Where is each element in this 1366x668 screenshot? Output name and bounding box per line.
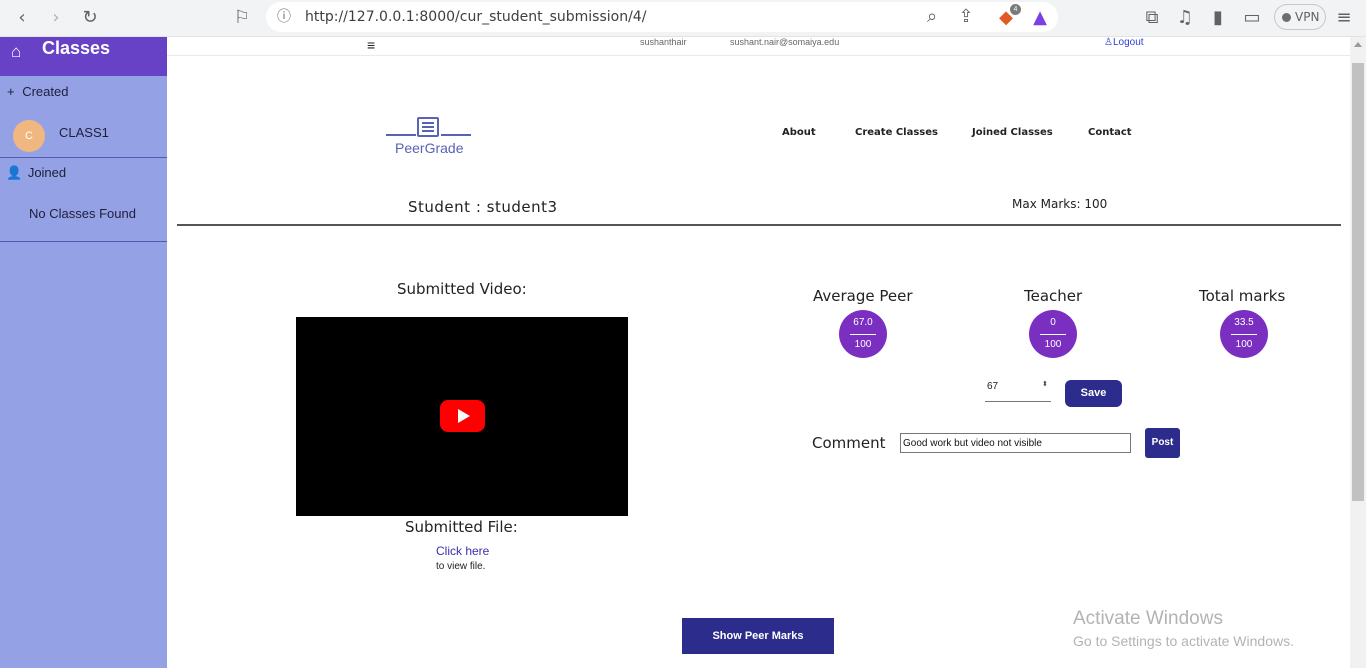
music-icon[interactable]: ♫ (1173, 6, 1197, 30)
comment-label: Comment (812, 434, 886, 452)
average-peer-score: 67.0 100 (839, 310, 887, 358)
post-button[interactable]: Post (1145, 428, 1180, 458)
divider (0, 241, 167, 242)
marks-input-value: 67 (987, 381, 999, 392)
username: sushanthair (640, 37, 687, 47)
back-icon[interactable]: ‹ (10, 6, 34, 30)
teacher-score: 0 100 (1029, 310, 1077, 358)
score-max: 100 (1044, 339, 1062, 350)
score-max: 100 (1235, 339, 1253, 350)
fraction-bar (850, 334, 876, 335)
logo-line-right (441, 134, 471, 136)
divider (177, 224, 1341, 226)
reload-icon[interactable]: ↻ (78, 6, 102, 30)
joined-empty-text: No Classes Found (29, 206, 136, 221)
menu-icon[interactable]: ≡ (1332, 6, 1356, 30)
class-name: CLASS1 (59, 125, 109, 140)
book-icon (417, 117, 439, 137)
brave-shield-badge: 4 (1010, 4, 1021, 15)
score-value: 33.5 (1234, 317, 1254, 328)
score-value: 0 (1050, 317, 1056, 328)
teacher-label: Teacher (1024, 287, 1083, 305)
file-link[interactable]: Click here (436, 544, 489, 558)
nav-about[interactable]: About (782, 127, 816, 138)
joined-section[interactable]: 👤 Joined (6, 165, 173, 181)
bookmark-icon[interactable]: ⚐ (230, 6, 254, 30)
vpn-button[interactable]: VPN (1274, 4, 1326, 30)
hamburger-icon[interactable]: ≡ (367, 37, 375, 53)
show-peer-marks-button[interactable]: Show Peer Marks (682, 618, 834, 654)
wallet-icon[interactable]: ▭ (1240, 6, 1264, 30)
activate-windows-subtitle: Go to Settings to activate Windows. (1073, 633, 1294, 649)
file-link-suffix: to view file. (436, 561, 486, 572)
site-info-icon[interactable]: ⓘ (272, 5, 296, 29)
vpn-label: VPN (1295, 10, 1320, 24)
student-name: Student : student3 (408, 198, 558, 216)
logo-line-left (386, 134, 416, 136)
created-label: Created (22, 84, 69, 99)
browser-toolbar: ‹ › ↻ ⚐ ⓘ http://127.0.0.1:8000/cur_stud… (0, 0, 1366, 37)
home-icon: ⌂ (11, 42, 22, 61)
score-value: 67.0 (853, 317, 873, 328)
teacher-marks-input[interactable]: 67 ⬍ (985, 376, 1051, 402)
logout-link[interactable]: ♙Logout (1104, 37, 1144, 48)
average-peer-label: Average Peer (813, 287, 913, 305)
created-section[interactable]: + Created (7, 84, 174, 99)
score-max: 100 (854, 339, 872, 350)
scroll-thumb[interactable] (1352, 63, 1364, 501)
scroll-up-arrow[interactable] (1354, 42, 1362, 47)
spinner-arrows-icon[interactable]: ⬍ (1042, 380, 1048, 388)
share-icon[interactable]: ⇪ (954, 5, 978, 29)
user-email: sushant.nair@somaiya.edu (730, 37, 840, 47)
logout-label: Logout (1112, 37, 1144, 48)
video-player[interactable] (296, 317, 628, 516)
class-sidebar: ⌂ Classes + Created C CLASS1 👤 Joined No… (0, 37, 167, 668)
comment-input[interactable] (900, 433, 1131, 453)
extensions-icon[interactable]: ⧉ (1140, 6, 1164, 30)
page-scrollbar[interactable] (1350, 37, 1366, 668)
class-avatar: C (13, 120, 45, 152)
submitted-file-label: Submitted File: (405, 518, 518, 536)
logo-text: PeerGrade (395, 140, 464, 156)
divider (0, 157, 167, 158)
fraction-bar (1040, 334, 1066, 335)
zoom-icon[interactable]: ⌕ (920, 5, 944, 29)
nav-joined-classes[interactable]: Joined Classes (972, 127, 1053, 138)
nav-contact[interactable]: Contact (1088, 127, 1132, 138)
user-icon: ♙ (1104, 37, 1113, 48)
user-strip: ≡ sushanthair sushant.nair@somaiya.edu ♙… (167, 37, 1350, 56)
total-marks-label: Total marks (1199, 287, 1286, 305)
sidebar-title: Classes (42, 38, 111, 58)
fraction-bar (1231, 334, 1257, 335)
max-marks: Max Marks: 100 (1012, 197, 1108, 211)
forward-icon[interactable]: › (44, 6, 68, 30)
url-text: http://127.0.0.1:8000/cur_student_submis… (305, 9, 647, 25)
submitted-video-label: Submitted Video: (397, 280, 527, 298)
sidebar-header[interactable]: ⌂ Classes (0, 37, 167, 76)
total-marks-score: 33.5 100 (1220, 310, 1268, 358)
sidebar-item-class1[interactable]: C CLASS1 (0, 116, 167, 156)
add-user-icon: 👤 (6, 165, 23, 180)
nav-create-classes[interactable]: Create Classes (855, 127, 938, 138)
joined-label: Joined (27, 165, 67, 180)
activate-windows-title: Activate Windows (1073, 608, 1223, 629)
save-button[interactable]: Save (1065, 380, 1122, 407)
sidebar-toggle-icon[interactable]: ▮ (1206, 6, 1230, 30)
plus-icon: + (7, 84, 15, 99)
brave-rewards-icon[interactable]: ▲ (1028, 6, 1052, 30)
address-bar[interactable]: ⓘ http://127.0.0.1:8000/cur_student_subm… (266, 2, 1058, 32)
youtube-play-icon[interactable] (440, 400, 485, 432)
